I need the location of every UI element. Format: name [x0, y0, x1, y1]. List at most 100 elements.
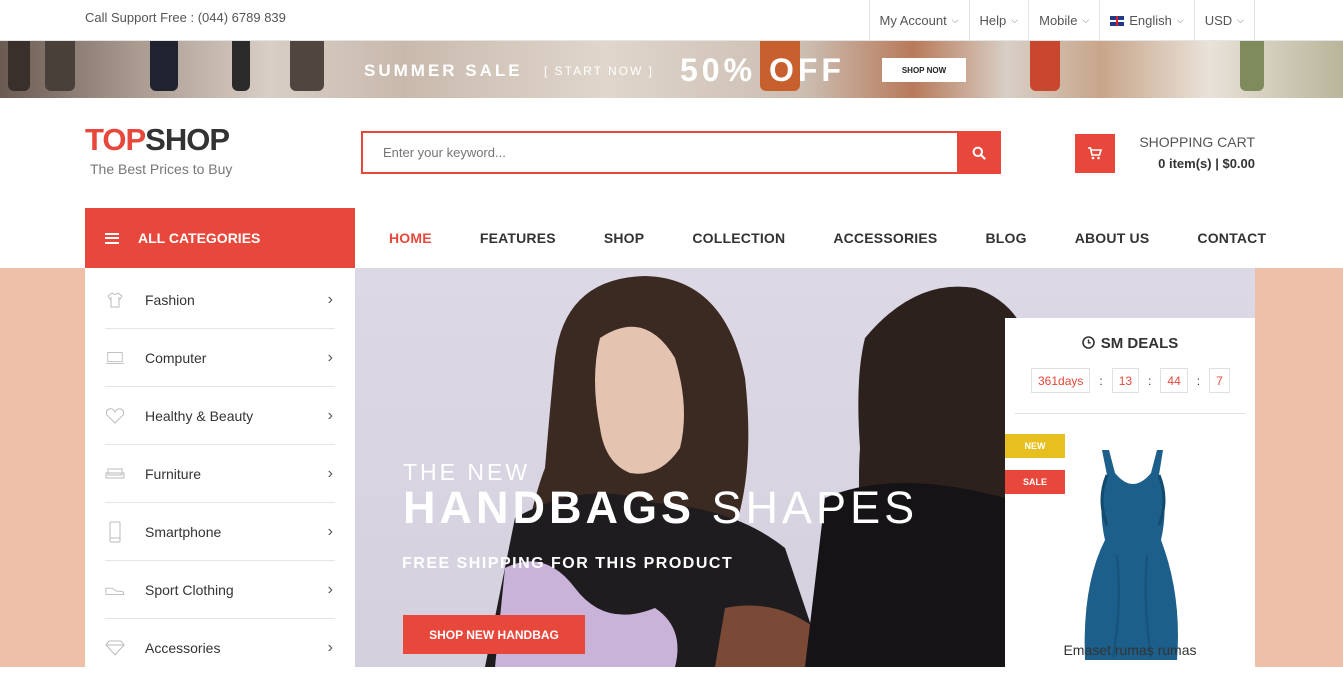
- main-nav: HOME FEATURES SHOP COLLECTION ACCESSORIE…: [365, 208, 1290, 268]
- clothes-decoration: [8, 41, 30, 91]
- hero-subline: FREE SHIPPING FOR THIS PRODUCT: [402, 555, 734, 572]
- category-label: Computer: [145, 349, 207, 366]
- chevron-down-icon: ⌵: [1237, 15, 1244, 25]
- cart-summary[interactable]: 0 item(s) | $0.00: [1158, 156, 1255, 171]
- clothes-decoration: [45, 41, 75, 91]
- help-label: Help: [979, 13, 1007, 28]
- nav-contact[interactable]: CONTACT: [1173, 230, 1290, 246]
- chevron-right-icon: ›: [327, 580, 333, 598]
- clothes-decoration: [1240, 41, 1264, 91]
- category-label: Furniture: [145, 465, 202, 482]
- currency-dropdown[interactable]: USD ⌵: [1193, 0, 1255, 41]
- sidebar-item-computer[interactable]: Computer ›: [105, 329, 335, 387]
- summer-sale-text: SUMMER SALE: [364, 61, 523, 80]
- countdown-timer: 361days : 13 : 44 : 7: [1031, 368, 1230, 393]
- chevron-right-icon: ›: [327, 464, 333, 482]
- shop-new-handbag-button[interactable]: SHOP NEW HANDBAG: [403, 615, 585, 654]
- cart-icon: [1088, 147, 1102, 160]
- diamond-icon: [105, 638, 125, 658]
- sm-deals-panel: SM DEALS 361days : 13 : 44 : 7 NEW SALE …: [1005, 318, 1255, 667]
- phone-icon: [105, 521, 125, 542]
- top-bar: Call Support Free : (044) 6789 839 My Ac…: [0, 0, 1343, 41]
- all-categories-label: ALL CATEGORIES: [138, 230, 261, 246]
- clothes-decoration: [1030, 41, 1060, 91]
- laptop-icon: [105, 348, 125, 368]
- logo-shop: SHOP: [145, 122, 230, 157]
- my-account-label: My Account: [879, 13, 947, 28]
- nav-features[interactable]: FEATURES: [456, 230, 580, 246]
- category-label: Healthy & Beauty: [145, 407, 254, 424]
- top-menus: My Account ⌵ Help ⌵ Mobile ⌵ English ⌵ U…: [868, 0, 1255, 41]
- search-button[interactable]: [957, 131, 1001, 174]
- sidebar-item-accessories[interactable]: Accessories ›: [105, 619, 335, 677]
- sm-deals-title: SM DEALS: [1005, 335, 1255, 352]
- chevron-down-icon: ⌵: [951, 15, 959, 25]
- nav-accessories[interactable]: ACCESSORIES: [809, 230, 961, 246]
- countdown-days: 361days: [1031, 368, 1091, 393]
- product-name[interactable]: Emaset rumas rumas: [1005, 642, 1255, 658]
- divider: [1015, 413, 1245, 414]
- sidebar-item-healthy-beauty[interactable]: Healthy & Beauty ›: [105, 387, 335, 445]
- sidebar-item-smartphone[interactable]: Smartphone ›: [105, 503, 335, 561]
- nav-home[interactable]: HOME: [365, 230, 456, 246]
- chevron-down-icon: ⌵: [1082, 15, 1090, 25]
- chevron-down-icon: ⌵: [1176, 15, 1184, 25]
- clothes-decoration: [290, 41, 324, 91]
- nav-collection[interactable]: COLLECTION: [668, 230, 809, 246]
- all-categories-button[interactable]: ALL CATEGORIES: [85, 208, 355, 268]
- support-phone: Call Support Free : (044) 6789 839: [85, 10, 286, 25]
- countdown-separator: :: [1196, 373, 1201, 388]
- clock-icon: [1081, 336, 1095, 349]
- mobile-dropdown[interactable]: Mobile ⌵: [1028, 0, 1099, 41]
- chevron-right-icon: ›: [327, 522, 333, 540]
- clothes-decoration: [232, 41, 250, 91]
- countdown-minutes: 44: [1160, 368, 1188, 393]
- hero-headline: HANDBAGS SHAPES: [403, 482, 918, 534]
- sale-badge: SALE: [1005, 470, 1065, 494]
- category-label: Fashion: [145, 291, 195, 308]
- heart-icon: [105, 406, 125, 426]
- shop-now-button[interactable]: SHOP NOW: [882, 58, 966, 82]
- sm-deals-label: SM DEALS: [1100, 335, 1179, 352]
- category-label: Accessories: [145, 640, 221, 656]
- menu-icon: [105, 232, 119, 244]
- chevron-right-icon: ›: [327, 290, 333, 308]
- tagline: The Best Prices to Buy: [90, 161, 233, 177]
- my-account-dropdown[interactable]: My Account ⌵: [868, 0, 969, 41]
- category-label: Sport Clothing: [145, 581, 234, 598]
- sofa-icon: [105, 464, 125, 484]
- category-sidebar: Fashion › Computer › Healthy & Beauty › …: [85, 268, 355, 667]
- language-dropdown[interactable]: English ⌵: [1099, 0, 1193, 41]
- shirt-icon: [105, 290, 125, 310]
- currency-label: USD: [1204, 13, 1233, 28]
- countdown-separator: :: [1099, 373, 1103, 388]
- mobile-label: Mobile: [1039, 13, 1078, 28]
- shoe-icon: [105, 580, 125, 600]
- countdown-hours: 13: [1111, 368, 1140, 393]
- cart-button[interactable]: [1075, 134, 1115, 173]
- hero-headline-light: SHAPES: [711, 482, 919, 533]
- hero-headline-bold: HANDBAGS: [403, 482, 696, 533]
- summer-sale-banner[interactable]: SUMMER SALE [ START NOW ] 50% OFF SHOP N…: [0, 41, 1343, 98]
- nav-about-us[interactable]: ABOUT US: [1051, 230, 1174, 246]
- countdown-separator: :: [1148, 373, 1152, 388]
- start-now-text: [ START NOW ]: [544, 64, 655, 78]
- shopping-cart-title[interactable]: SHOPPING CART: [1139, 134, 1255, 150]
- help-dropdown[interactable]: Help ⌵: [968, 0, 1029, 41]
- chevron-right-icon: ›: [327, 639, 333, 656]
- clothes-decoration: [150, 41, 178, 91]
- search-input[interactable]: [363, 133, 959, 172]
- sidebar-item-fashion[interactable]: Fashion ›: [105, 271, 335, 329]
- chevron-down-icon: ⌵: [1011, 15, 1019, 25]
- nav-shop[interactable]: SHOP: [580, 230, 668, 246]
- nav-blog[interactable]: BLOG: [961, 230, 1050, 246]
- product-dress-image[interactable]: [1077, 445, 1187, 660]
- category-label: Smartphone: [145, 523, 222, 540]
- sidebar-item-furniture[interactable]: Furniture ›: [105, 445, 335, 503]
- search-icon: [972, 146, 986, 160]
- sidebar-item-sport-clothing[interactable]: Sport Clothing ›: [105, 561, 335, 619]
- uk-flag-icon: [1110, 15, 1125, 26]
- logo[interactable]: TOPSHOP: [85, 122, 230, 158]
- chevron-right-icon: ›: [327, 406, 333, 424]
- chevron-right-icon: ›: [327, 348, 333, 366]
